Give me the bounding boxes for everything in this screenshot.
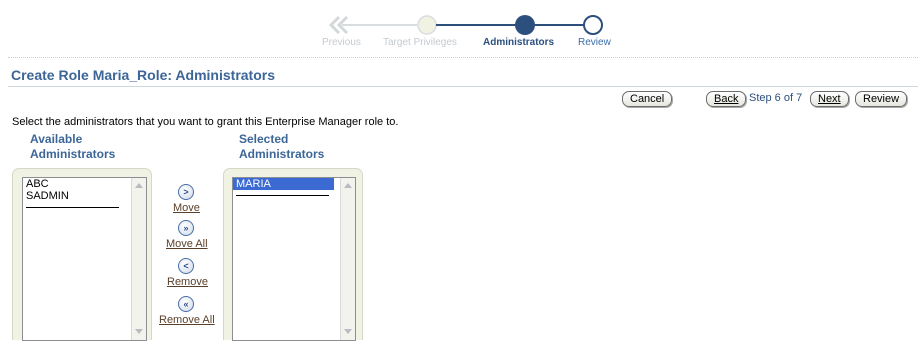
list-separator — [26, 207, 119, 208]
step-current-icon — [515, 15, 535, 35]
selected-header-line1: Selected — [239, 132, 289, 146]
train-step-target-privileges[interactable]: Target Privileges — [383, 37, 457, 48]
remove-all-icon[interactable]: « — [178, 296, 194, 312]
scroll-down-icon[interactable] — [344, 329, 352, 334]
review-button[interactable]: Review — [855, 91, 908, 107]
next-button-label: Next — [818, 93, 841, 105]
back-button-label: Back — [714, 93, 739, 105]
step-indicator: Step 6 of 7 — [749, 92, 803, 104]
scrollbar[interactable] — [131, 178, 146, 340]
instruction-text: Select the administrators that you want … — [12, 116, 399, 128]
remove-link[interactable]: Remove — [167, 276, 208, 288]
move-link[interactable]: Move — [173, 202, 200, 214]
train-step-previous[interactable]: Previous — [322, 37, 361, 48]
list-item-selected[interactable]: MARIA — [233, 178, 334, 190]
available-header-line2: Administrators — [30, 147, 116, 161]
remove-all-link[interactable]: Remove All — [159, 314, 215, 326]
cancel-button[interactable]: Cancel — [622, 91, 673, 107]
available-listbox[interactable]: ABC SADMIN — [22, 177, 147, 341]
move-all-link[interactable]: Move All — [166, 238, 208, 250]
back-button[interactable]: Back — [706, 91, 747, 107]
scrollbar[interactable] — [340, 178, 355, 340]
list-item[interactable]: SADMIN — [23, 190, 146, 202]
selected-header: Selected Administrators — [239, 132, 324, 162]
train-divider — [8, 57, 918, 58]
available-header: Available Administrators — [30, 132, 115, 162]
scroll-down-icon[interactable] — [135, 329, 143, 334]
train-step-review[interactable]: Review — [578, 37, 611, 48]
step-review-icon[interactable] — [583, 15, 603, 35]
scroll-up-icon[interactable] — [135, 183, 143, 188]
title-underline — [8, 86, 918, 87]
step-target-privileges-icon[interactable] — [417, 15, 437, 35]
remove-icon[interactable]: < — [178, 258, 194, 274]
move-icon[interactable]: > — [178, 184, 194, 200]
page-title: Create Role Maria_Role: Administrators — [11, 67, 275, 83]
scroll-up-icon[interactable] — [344, 183, 352, 188]
selected-header-line2: Administrators — [239, 147, 325, 161]
list-separator — [236, 195, 329, 196]
available-header-line1: Available — [30, 132, 83, 146]
list-item[interactable]: ABC — [23, 178, 146, 190]
next-button[interactable]: Next — [810, 91, 849, 107]
selected-listbox[interactable]: MARIA — [232, 177, 356, 341]
step-train — [328, 15, 603, 35]
train-step-administrators: Administrators — [483, 37, 555, 48]
move-all-icon[interactable]: » — [178, 220, 194, 236]
